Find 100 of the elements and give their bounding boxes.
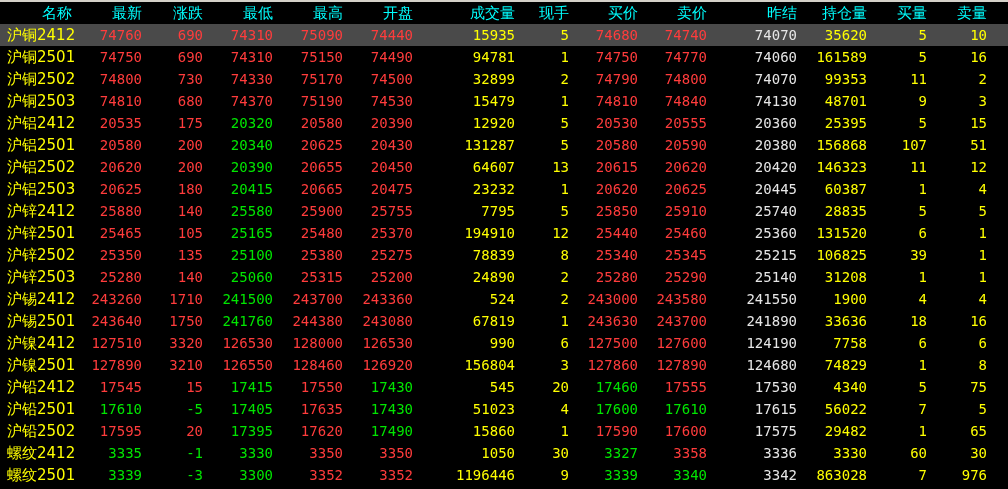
table-cell-text: 4 — [559, 401, 569, 417]
table-cell-text: 17635 — [299, 401, 343, 417]
table-cell-text: 20655 — [299, 159, 343, 175]
quote-row[interactable]: 沪镍2412 127510 3320 126530 128000 126530 990 6 127500 127600 124190 7758 6 6 — [0, 332, 1008, 354]
column-header[interactable]: 最低 — [203, 3, 273, 23]
table-cell-text: 32899 — [471, 71, 515, 87]
table-cell-text: 74060 — [753, 49, 797, 65]
quote-row[interactable]: 沪铜2502 74800 730 74330 75170 74500 32899 2 74790 74800 74070 99353 11 2 — [0, 68, 1008, 90]
table-cell-text: 56022 — [823, 401, 867, 417]
column-header[interactable]: 最新 — [80, 3, 142, 23]
column-header[interactable]: 涨跌 — [142, 3, 203, 23]
table-cell-text: 29482 — [823, 423, 867, 439]
table-cell-text: 74130 — [753, 93, 797, 109]
table-cell-text: 730 — [176, 71, 203, 87]
column-header[interactable]: 名称 — [0, 3, 80, 23]
table-cell-text: 124680 — [745, 357, 797, 373]
table-cell-text: 3330 — [832, 445, 867, 461]
quote-row[interactable]: 螺纹2412 3335 -1 3330 3350 3350 1050 30 3327 3358 3336 3330 60 30 — [0, 442, 1008, 464]
quote-row[interactable]: 沪铜2501 74750 690 74310 75150 74490 94781 1 74750 74770 74060 161589 5 16 — [0, 46, 1008, 68]
table-cell-text: 74490 — [369, 49, 413, 65]
table-cell-text: 6 — [917, 225, 927, 241]
quote-row[interactable]: 沪铅2502 17595 20 17395 17620 17490 15860 1 17590 17600 17575 29482 1 65 — [0, 420, 1008, 442]
table-cell-text: 1196446 — [455, 467, 515, 483]
table-cell-text: 17620 — [299, 423, 343, 439]
quote-row[interactable]: 沪锌2503 25280 140 25060 25315 25200 24890 2 25280 25290 25140 31208 1 1 — [0, 266, 1008, 288]
quote-row[interactable]: 沪锌2412 25880 140 25580 25900 25755 7795 5 25850 25910 25740 28835 5 5 — [0, 200, 1008, 222]
contract-name: 沪锌2501 — [6, 223, 77, 243]
table-cell-text: 1 — [917, 357, 927, 373]
table-cell-text: 31208 — [823, 269, 867, 285]
table-cell-text: 161589 — [815, 49, 867, 65]
quote-row[interactable]: 沪铝2503 20625 180 20415 20665 20475 23232 1 20620 20625 20445 60387 1 4 — [0, 178, 1008, 200]
quote-row[interactable]: 沪铅2501 17610 -5 17405 17635 17430 51023 4 17600 17610 17615 56022 7 5 — [0, 398, 1008, 420]
column-header[interactable]: 买价 — [569, 3, 638, 23]
column-header[interactable]: 卖价 — [638, 3, 707, 23]
table-cell-text: 4 — [917, 291, 927, 307]
column-header[interactable]: 开盘 — [343, 3, 413, 23]
table-cell-text: 74070 — [753, 27, 797, 43]
table-cell-text: 74760 — [98, 27, 142, 43]
table-cell-text: 74750 — [594, 49, 638, 65]
table-cell-text: 243630 — [586, 313, 638, 329]
table-cell-text: 51 — [969, 137, 987, 153]
table-cell-text: 175 — [176, 115, 203, 131]
quote-row[interactable]: 沪铅2412 17545 15 17415 17550 17430 545 20 17460 17555 17530 4340 5 75 — [0, 376, 1008, 398]
quote-row[interactable]: 沪锌2501 25465 105 25165 25480 25370 194910 12 25440 25460 25360 131520 6 1 — [0, 222, 1008, 244]
contract-name: 沪锌2503 — [6, 267, 77, 287]
table-cell-text: 25165 — [229, 225, 273, 241]
quote-row[interactable]: 沪铜2412 74760 690 74310 75090 74440 15935 5 74680 74740 74070 35620 5 10 — [0, 24, 1008, 46]
table-cell-text: 863028 — [815, 467, 867, 483]
column-header[interactable]: 成交量 — [413, 3, 515, 23]
quote-row[interactable]: 沪锡2501 243640 1750 241760 244380 243080 67819 1 243630 243700 241890 33636 18 16 — [0, 310, 1008, 332]
table-cell-text: 1900 — [832, 291, 867, 307]
table-cell-text: 690 — [176, 49, 203, 65]
table-cell-text: 3327 — [603, 445, 638, 461]
table-cell-text: 17490 — [369, 423, 413, 439]
contract-name: 沪铅2501 — [6, 399, 77, 419]
table-cell-text: 15860 — [471, 423, 515, 439]
column-header[interactable]: 最高 — [273, 3, 343, 23]
table-cell-text: 25460 — [663, 225, 707, 241]
table-cell-text: 680 — [176, 93, 203, 109]
table-cell-text: 1 — [977, 225, 987, 241]
table-cell-text: 131520 — [815, 225, 867, 241]
table-cell-text: 12 — [551, 225, 569, 241]
quote-row[interactable]: 螺纹2501 3339 -3 3300 3352 3352 1196446 9 3339 3340 3342 863028 7 976 — [0, 464, 1008, 486]
quote-row[interactable]: 沪镍2501 127890 3210 126550 128460 126920 156804 3 127860 127890 124680 74829 1 8 — [0, 354, 1008, 376]
column-header[interactable]: 昨结 — [707, 3, 797, 23]
table-cell-text: 128460 — [291, 357, 343, 373]
quote-row[interactable]: 沪铜2503 74810 680 74370 75190 74530 15479 1 74810 74840 74130 48701 9 3 — [0, 90, 1008, 112]
table-cell-text: 20360 — [753, 115, 797, 131]
table-cell-text: 5 — [917, 379, 927, 395]
quote-row[interactable]: 沪铝2412 20535 175 20320 20580 20390 12920 5 20530 20555 20360 25395 5 15 — [0, 112, 1008, 134]
contract-name: 沪镍2412 — [6, 333, 77, 353]
table-cell-text: 17555 — [663, 379, 707, 395]
table-cell-text: 15935 — [471, 27, 515, 43]
table-cell-text: 5 — [917, 203, 927, 219]
column-header[interactable]: 卖量 — [927, 3, 987, 23]
quote-row[interactable]: 沪锡2412 243260 1710 241500 243700 243360 524 2 243000 243580 241550 1900 4 4 — [0, 288, 1008, 310]
table-cell-text: 25465 — [98, 225, 142, 241]
table-cell-text: 99353 — [823, 71, 867, 87]
table-cell-text: 1 — [977, 269, 987, 285]
quote-row[interactable]: 沪铝2502 20620 200 20390 20655 20450 64607 13 20615 20620 20420 146323 11 12 — [0, 156, 1008, 178]
table-cell-text: 25370 — [369, 225, 413, 241]
quote-row[interactable]: 沪铝2501 20580 200 20340 20625 20430 131287 5 20580 20590 20380 156868 107 51 — [0, 134, 1008, 156]
table-cell-text: 3342 — [762, 467, 797, 483]
table-cell-text: 74070 — [753, 71, 797, 87]
table-cell-text: 128000 — [291, 335, 343, 351]
table-cell-text: 127500 — [586, 335, 638, 351]
table-cell-text: 17610 — [663, 401, 707, 417]
column-header[interactable]: 持仓量 — [797, 3, 867, 23]
table-cell-text: 28835 — [823, 203, 867, 219]
quote-row[interactable]: 沪锌2502 25350 135 25100 25380 25275 78839 8 25340 25345 25215 106825 39 1 — [0, 244, 1008, 266]
table-cell-text: 200 — [176, 137, 203, 153]
table-cell-text: 9 — [559, 467, 569, 483]
contract-name: 沪镍2501 — [6, 355, 77, 375]
table-cell-text: 5 — [977, 401, 987, 417]
column-header[interactable]: 买量 — [867, 3, 927, 23]
table-cell-text: 39 — [909, 247, 927, 263]
table-cell-text: 15 — [185, 379, 203, 395]
column-header[interactable]: 现手 — [515, 3, 569, 23]
table-cell-text: 74330 — [229, 71, 273, 87]
table-cell-text: 1 — [977, 247, 987, 263]
